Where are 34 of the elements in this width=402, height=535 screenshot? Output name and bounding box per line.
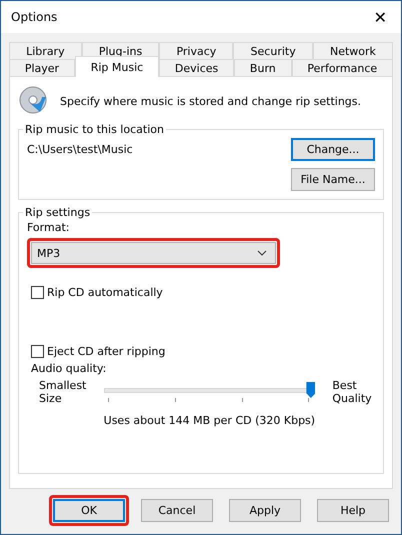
dialog-button[interactable]: Help bbox=[317, 499, 389, 522]
tab[interactable]: Privacy bbox=[159, 42, 234, 59]
tab[interactable]: Library bbox=[9, 42, 82, 59]
checkbox-label: Rip CD automatically bbox=[47, 286, 163, 299]
intro-text: Specify where music is stored and change rip settings. bbox=[60, 94, 361, 108]
checkbox-label: Eject CD after ripping bbox=[47, 345, 166, 358]
slider-thumb[interactable] bbox=[306, 382, 316, 398]
checkbox[interactable] bbox=[31, 286, 44, 299]
dialog-button[interactable]: Change... bbox=[291, 138, 375, 161]
tab[interactable]: Devices bbox=[159, 59, 234, 76]
quality-reading: Uses about 144 MB per CD (320 Kbps) bbox=[104, 414, 316, 427]
tab[interactable]: Burn bbox=[234, 59, 292, 76]
close-button[interactable]: ✕ bbox=[368, 8, 393, 26]
tab[interactable]: Network bbox=[312, 42, 394, 59]
dialog-button[interactable]: Apply bbox=[229, 499, 301, 522]
slider-min-label: Smallest Size bbox=[39, 379, 86, 405]
quality-label: Audio quality: bbox=[31, 362, 108, 375]
group-title: Rip music to this location bbox=[24, 123, 165, 136]
slider-max-label: Best Quality bbox=[332, 379, 372, 405]
format-label: Format: bbox=[27, 221, 70, 234]
tab[interactable]: Security bbox=[233, 42, 313, 59]
folder-path: C:\Users\test\Music bbox=[27, 143, 133, 158]
quality-slider[interactable] bbox=[102, 382, 316, 402]
window-title: Options bbox=[11, 10, 58, 24]
format-dropdown[interactable]: MP3 bbox=[31, 242, 276, 264]
dialog-button[interactable]: OK bbox=[53, 499, 125, 522]
dialog-button[interactable]: Cancel bbox=[141, 499, 213, 522]
dialog-button[interactable]: File Name... bbox=[291, 168, 375, 191]
tab[interactable]: Player bbox=[9, 59, 75, 76]
chevron-down-icon bbox=[257, 250, 267, 256]
tab[interactable]: Rip Music bbox=[74, 56, 160, 77]
group-title: Rip settings bbox=[24, 206, 92, 219]
tab[interactable]: Performance bbox=[292, 59, 393, 76]
checkbox[interactable] bbox=[31, 345, 44, 358]
